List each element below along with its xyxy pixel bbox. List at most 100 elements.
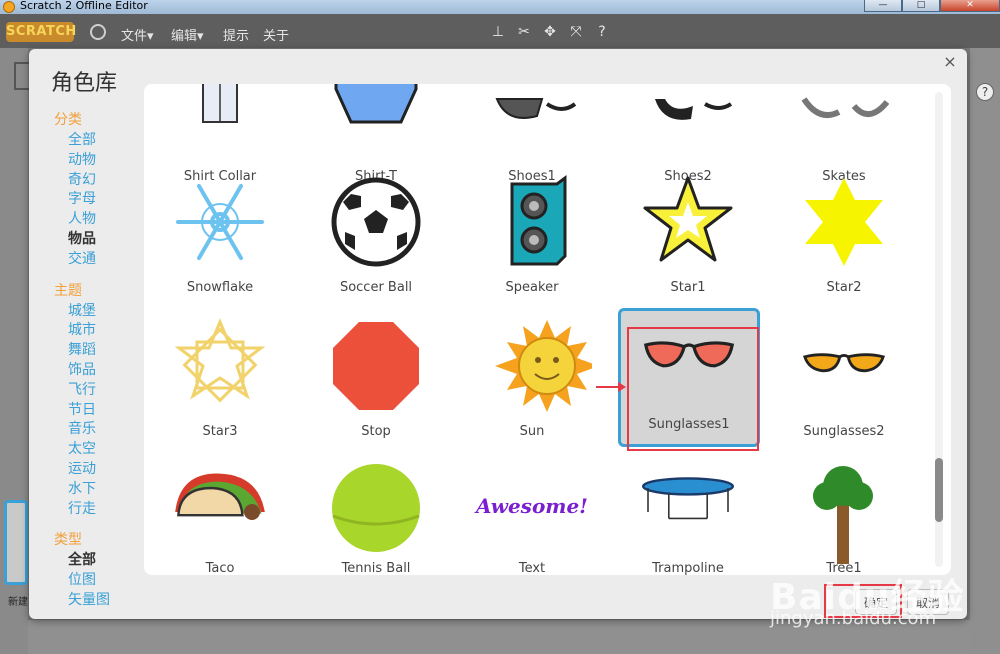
category-things[interactable]: 物品 <box>54 230 144 250</box>
sprite-tile-snowflake[interactable]: Snowflake <box>150 174 290 314</box>
sprite-tile-trampoline[interactable]: Trampoline <box>618 464 758 575</box>
skates-icon <box>801 97 889 118</box>
theme-city[interactable]: 城市 <box>54 321 144 341</box>
sprite-tile-shirt-t[interactable]: Shirt-T <box>306 84 446 184</box>
category-letters[interactable]: 字母 <box>54 190 144 210</box>
window-title: Scratch 2 Offline Editor <box>20 0 148 12</box>
sprite-tile-shirt-collar[interactable]: Shirt Collar <box>150 84 290 184</box>
minimize-button[interactable]: — <box>864 0 902 12</box>
sprite-tile-tennis-ball[interactable]: Tennis Ball <box>306 464 446 575</box>
cut-tool-icon[interactable]: ✂ <box>516 24 532 40</box>
sprite-name: Star2 <box>826 280 862 295</box>
category-heading: 分类 <box>54 112 82 128</box>
sprite-grid-panel[interactable]: Shirt Collar Shirt-T Shoes1 Shoes2 Skate… <box>144 84 951 575</box>
sprite-tile-soccer-ball[interactable]: Soccer Ball <box>306 174 446 314</box>
sprite-name: Sun <box>519 424 545 439</box>
sprite-tile-star1[interactable]: Star1 <box>618 174 758 314</box>
type-vector[interactable]: 矢量图 <box>54 591 144 611</box>
shoes1-icon <box>495 98 577 119</box>
star3-icon <box>175 318 265 403</box>
grid-scrollbar[interactable] <box>935 92 943 567</box>
sprite-tile-sun[interactable]: Sun <box>462 318 602 458</box>
category-people[interactable]: 人物 <box>54 210 144 230</box>
baidu-watermark: Baidu经验 jingyan.baidu.com <box>770 568 964 629</box>
menu-tips[interactable]: 提示 <box>223 25 249 44</box>
sprite-tile-sunglasses2[interactable]: Sunglasses2 <box>774 318 914 458</box>
sprite-name: Text <box>518 561 546 575</box>
scrollbar-thumb[interactable] <box>935 458 943 522</box>
soccer-ball-icon <box>331 177 421 267</box>
watermark-url: jingyan.baidu.com <box>770 608 937 629</box>
sprite-tile-tree1[interactable]: Tree1 <box>774 464 914 575</box>
help-icon[interactable]: ? <box>976 83 994 101</box>
tree1-icon <box>813 466 873 564</box>
shoes2-icon <box>655 99 733 120</box>
category-animals[interactable]: 动物 <box>54 151 144 171</box>
sprite-tile-star3[interactable]: Star3 <box>150 318 290 458</box>
category-transport[interactable]: 交通 <box>54 250 144 270</box>
annotation-arrow-icon <box>596 382 626 392</box>
sprite-tile-star2[interactable]: Star2 <box>774 174 914 314</box>
grow-tool-icon[interactable]: ✥ <box>542 24 558 40</box>
sprite-name: Snowflake <box>186 280 254 295</box>
tennis-ball-icon <box>332 464 420 552</box>
snowflake-icon <box>176 184 264 260</box>
star1-icon <box>643 176 733 262</box>
theme-walking[interactable]: 行走 <box>54 500 144 520</box>
scratch-logo[interactable]: SCRATCH <box>6 22 76 42</box>
theme-underwater[interactable]: 水下 <box>54 480 144 500</box>
menu-file[interactable]: 文件▾ <box>121 25 154 44</box>
shirt-t-icon <box>334 84 418 124</box>
menu-edit[interactable]: 编辑▾ <box>171 25 204 44</box>
type-heading: 类型 <box>54 532 82 549</box>
maximize-button[interactable]: □ <box>902 0 940 12</box>
awesome-text-art: Awesome! <box>476 494 588 518</box>
sprite-name: Tennis Ball <box>341 561 411 575</box>
sprite-tile-stop[interactable]: Stop <box>306 318 446 458</box>
star2-icon <box>805 178 883 266</box>
sprite-tile-shoes2[interactable]: Shoes2 <box>618 84 758 184</box>
sprite-name: Stop <box>361 424 391 439</box>
theme-holiday[interactable]: 节日 <box>54 401 144 421</box>
theme-music[interactable]: 音乐 <box>54 420 144 440</box>
type-all[interactable]: 全部 <box>54 551 144 571</box>
menu-about[interactable]: 关于 <box>263 25 289 44</box>
theme-space[interactable]: 太空 <box>54 440 144 460</box>
sprite-tile-taco[interactable]: Taco <box>150 464 290 575</box>
type-bitmap[interactable]: 位图 <box>54 571 144 591</box>
category-fantasy[interactable]: 奇幻 <box>54 171 144 191</box>
window-controls: — □ ✕ <box>864 0 1000 12</box>
new-sprite-label: 新建 <box>8 597 28 608</box>
shrink-tool-icon[interactable]: ⤧ <box>568 24 584 40</box>
sprite-tile-shoes1[interactable]: Shoes1 <box>462 84 602 184</box>
sprite-tile-speaker[interactable]: Speaker <box>462 174 602 314</box>
selection-annotation-box <box>627 327 759 451</box>
speaker-icon <box>510 175 567 266</box>
theme-sports[interactable]: 运动 <box>54 460 144 480</box>
sprite-name: Star1 <box>670 280 706 295</box>
stop-sign-icon <box>333 322 419 410</box>
theme-dance[interactable]: 舞蹈 <box>54 341 144 361</box>
taco-icon <box>175 473 265 520</box>
help-tool-icon[interactable]: ? <box>594 24 610 40</box>
theme-castle[interactable]: 城堡 <box>54 302 144 322</box>
sprite-name: Star3 <box>202 424 238 439</box>
dialog-close-icon[interactable]: × <box>943 54 957 70</box>
sprite-library-dialog: 角色库 × 分类 全部 动物 奇幻 字母 人物 物品 交通 主题 城堡 城市 舞… <box>29 49 967 619</box>
sunglasses2-icon <box>802 353 886 373</box>
shirt-collar-icon <box>202 84 238 123</box>
close-window-button[interactable]: ✕ <box>940 0 1000 12</box>
dialog-title: 角色库 <box>51 71 118 96</box>
duplicate-tool-icon[interactable]: ⊥ <box>490 24 506 40</box>
sprite-tile-skates[interactable]: Skates <box>774 84 914 184</box>
sprite-name: Taco <box>205 561 235 575</box>
theme-flying[interactable]: 飞行 <box>54 381 144 401</box>
theme-dress-up[interactable]: 饰品 <box>54 361 144 381</box>
language-globe-icon[interactable] <box>90 24 106 40</box>
menu-bar: SCRATCH 文件▾ 编辑▾ 提示 关于 ⊥ ✂ ✥ ⤧ ? <box>0 14 1000 48</box>
sprite-name: Trampoline <box>652 561 724 575</box>
sprite-card <box>4 500 28 585</box>
category-all[interactable]: 全部 <box>54 131 144 151</box>
sprite-tile-text[interactable]: Awesome! Text <box>462 464 602 575</box>
sprite-name: Speaker <box>505 280 559 295</box>
